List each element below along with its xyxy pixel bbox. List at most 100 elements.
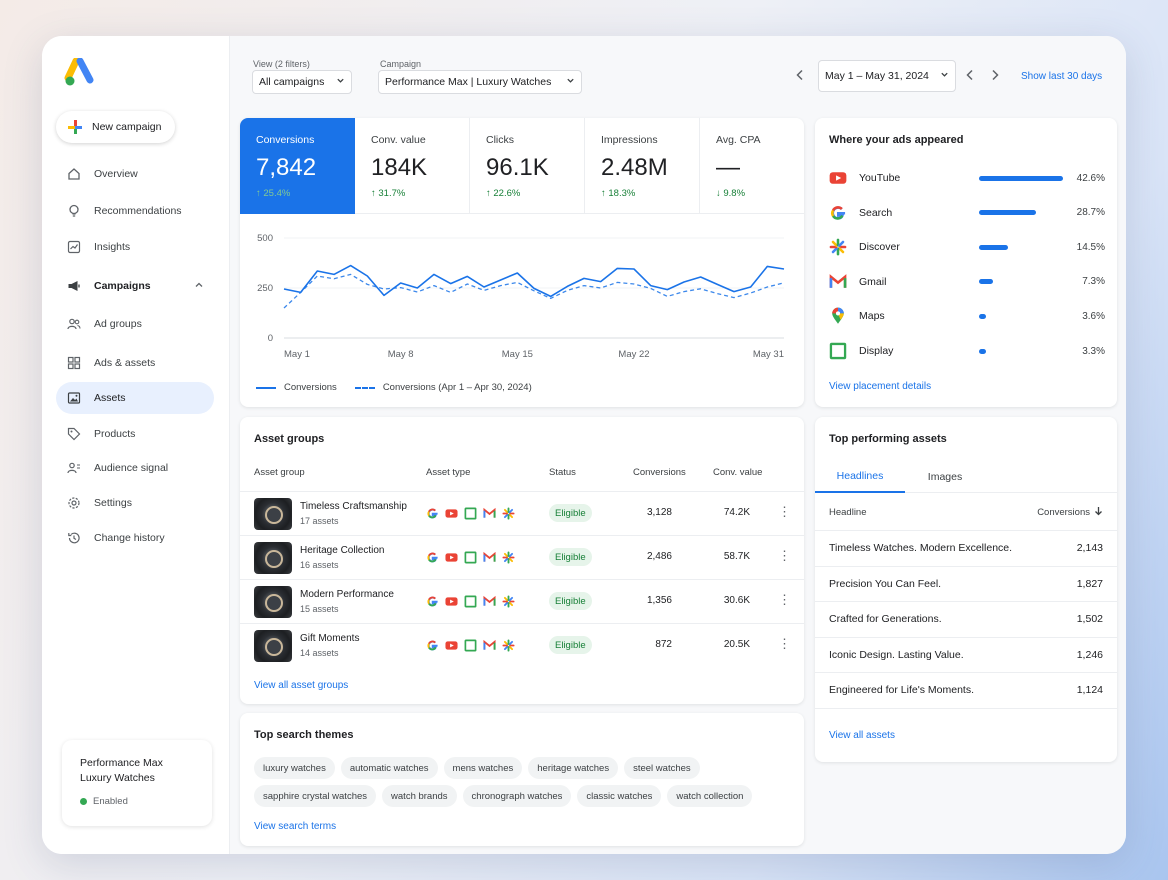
placement-row[interactable]: Search 28.7% xyxy=(829,201,1105,225)
search-theme-chip[interactable]: luxury watches xyxy=(254,757,335,779)
search-theme-chip[interactable]: classic watches xyxy=(577,785,662,807)
col-conv-value[interactable]: Conv. value xyxy=(713,467,762,478)
search-theme-chip[interactable]: watch brands xyxy=(382,785,457,807)
view-placement-details-link[interactable]: View placement details xyxy=(829,381,931,392)
search-theme-chip[interactable]: sapphire crystal watches xyxy=(254,785,377,807)
current-campaign-card[interactable]: Performance Max Luxury Watches Enabled xyxy=(62,740,212,826)
conversions-line[interactable] xyxy=(283,264,785,298)
search-theme-chip[interactable]: watch collection xyxy=(667,785,753,807)
placement-bar-track xyxy=(979,313,1073,319)
chevron-down-icon xyxy=(336,76,345,88)
placement-row[interactable]: Discover 14.5% xyxy=(829,235,1105,259)
list-item[interactable]: Iconic Design. Lasting Value. 1,246 xyxy=(815,636,1117,672)
placement-row[interactable]: Maps 3.6% xyxy=(829,304,1105,328)
headline-conversions: 1,827 xyxy=(1076,577,1103,590)
list-item[interactable]: Timeless Watches. Modern Excellence. 2,14… xyxy=(815,530,1117,565)
placement-name: Gmail xyxy=(859,275,887,288)
youtube-icon xyxy=(445,553,458,562)
kpi-label: Conversions xyxy=(256,134,315,146)
table-row[interactable]: Heritage Collection 16 assets Eligible 2,48… xyxy=(240,535,804,579)
y-tick-label: 0 xyxy=(268,333,273,344)
view-all-assets-link[interactable]: View all assets xyxy=(829,730,895,741)
headline-conversions: 1,124 xyxy=(1076,684,1103,696)
kpi-avg-cpa[interactable]: Avg. CPA — ↓ 9.8% xyxy=(700,118,804,214)
kpi-conversions[interactable]: Conversions 7,842 ↑ 25.4% xyxy=(240,118,355,214)
col-conversions[interactable]: Conversions xyxy=(633,467,686,478)
placement-bar xyxy=(979,313,987,319)
conversions-cell: 872 xyxy=(655,639,672,650)
sidebar-item-products[interactable]: Products xyxy=(56,418,214,450)
more-vert-icon[interactable]: ⋮ xyxy=(778,636,791,652)
sidebar-item-insights[interactable]: Insights xyxy=(56,231,214,263)
col-headline[interactable]: Headline xyxy=(829,507,867,518)
campaign-select-label: Campaign xyxy=(380,59,422,69)
x-tick-label: May 1 xyxy=(284,349,310,360)
asset-group-name[interactable]: Modern Performance xyxy=(300,589,394,600)
headline-text: Crafted for Generations. xyxy=(829,613,942,625)
show-last-30-days-link[interactable]: Show last 30 days xyxy=(1021,71,1102,82)
campaign-select[interactable]: Performance Max | Luxury Watches xyxy=(378,70,582,94)
kpi-impressions[interactable]: Impressions 2.48M ↑ 18.3% xyxy=(585,118,700,214)
search-theme-chip[interactable]: chronograph watches xyxy=(462,785,572,807)
view-search-terms-link[interactable]: View search terms xyxy=(254,821,336,832)
chevron-up-icon[interactable] xyxy=(194,280,204,293)
asset-type-icons xyxy=(426,507,515,520)
sidebar-item-overview[interactable]: Overview xyxy=(56,158,214,190)
col-conversions-sort[interactable]: Conversions xyxy=(1037,506,1103,519)
list-item[interactable]: Crafted for Generations. 1,502 xyxy=(815,601,1117,636)
search-theme-chip[interactable]: heritage watches xyxy=(528,757,619,779)
image-icon xyxy=(66,390,82,406)
sidebar-item-assets[interactable]: Assets xyxy=(56,382,214,414)
view-all-asset-groups-link[interactable]: View all asset groups xyxy=(254,680,348,691)
asset-group-name[interactable]: Heritage Collection xyxy=(300,545,385,556)
sidebar-item-campaigns[interactable]: Campaigns xyxy=(56,270,214,302)
table-row[interactable]: Modern Performance 15 assets Eligible 1,356… xyxy=(240,579,804,623)
search-theme-chip[interactable]: automatic watches xyxy=(340,757,438,779)
legend-series-2-label: Conversions (Apr 1 – Apr 30, 2024) xyxy=(382,382,532,393)
sidebar-item-change-history[interactable]: Change history xyxy=(56,522,214,554)
col-asset-group[interactable]: Asset group xyxy=(254,467,305,478)
view-filter-select[interactable]: All campaigns xyxy=(252,70,352,94)
sidebar-item-audience-signal[interactable]: Audience signal xyxy=(56,452,214,484)
chevron-right-icon[interactable] xyxy=(989,68,1001,85)
date-prev-icon[interactable] xyxy=(794,68,806,85)
col-asset-type[interactable]: Asset type xyxy=(426,467,470,478)
tab-images[interactable]: Images xyxy=(905,461,985,493)
more-vert-icon[interactable]: ⋮ xyxy=(778,504,791,520)
more-vert-icon[interactable]: ⋮ xyxy=(778,548,791,564)
legend-dashed-line-icon xyxy=(354,386,375,389)
placement-row[interactable]: YouTube 42.6% xyxy=(829,166,1105,190)
google-ads-logo[interactable] xyxy=(64,58,98,88)
tab-headlines[interactable]: Headlines xyxy=(815,461,905,493)
kpi-clicks[interactable]: Clicks 96.1K ↑ 22.6% xyxy=(470,118,585,214)
sidebar-item-settings[interactable]: Settings xyxy=(56,487,214,519)
y-tick-label: 500 xyxy=(257,233,273,244)
date-range-picker[interactable]: May 1 – May 31, 2024 xyxy=(818,60,956,92)
previous-period-line[interactable] xyxy=(283,273,785,309)
placement-row[interactable]: Gmail 7.3% xyxy=(829,270,1105,294)
kpi-label: Impressions xyxy=(601,134,658,146)
table-row[interactable]: Timeless Craftsmanship 17 assets Eligible 3… xyxy=(240,491,804,535)
history-icon xyxy=(66,530,82,546)
lightbulb-icon xyxy=(66,203,82,219)
list-item[interactable]: Engineered for Life's Moments. 1,124 xyxy=(815,672,1117,707)
list-item[interactable]: Precision You Can Feel. 1,827 xyxy=(815,565,1117,601)
sidebar-item-ads-assets[interactable]: Ads & assets xyxy=(56,347,214,379)
new-campaign-button[interactable]: New campaign xyxy=(56,111,176,143)
display-icon xyxy=(464,507,477,520)
asset-group-name[interactable]: Timeless Craftsmanship xyxy=(300,501,407,512)
sidebar-item-ad-groups[interactable]: Ad groups xyxy=(56,308,214,340)
more-vert-icon[interactable]: ⋮ xyxy=(778,592,791,608)
search-themes-title: Top search themes xyxy=(254,729,354,741)
asset-group-name[interactable]: Gift Moments xyxy=(300,633,359,644)
google-icon xyxy=(427,552,438,563)
placement-row[interactable]: Display 3.3% xyxy=(829,339,1105,363)
col-status[interactable]: Status xyxy=(549,467,576,478)
chevron-left-icon[interactable] xyxy=(964,68,976,85)
sidebar-item-recommendations[interactable]: Recommendations xyxy=(56,195,214,227)
asset-groups-title: Asset groups xyxy=(254,433,325,445)
kpi-conv-value[interactable]: Conv. value 184K ↑ 31.7% xyxy=(355,118,470,214)
table-row[interactable]: Gift Moments 14 assets Eligible 872 20.5K ⋮ xyxy=(240,623,804,667)
search-theme-chip[interactable]: steel watches xyxy=(624,757,700,779)
search-theme-chip[interactable]: mens watches xyxy=(443,757,523,779)
